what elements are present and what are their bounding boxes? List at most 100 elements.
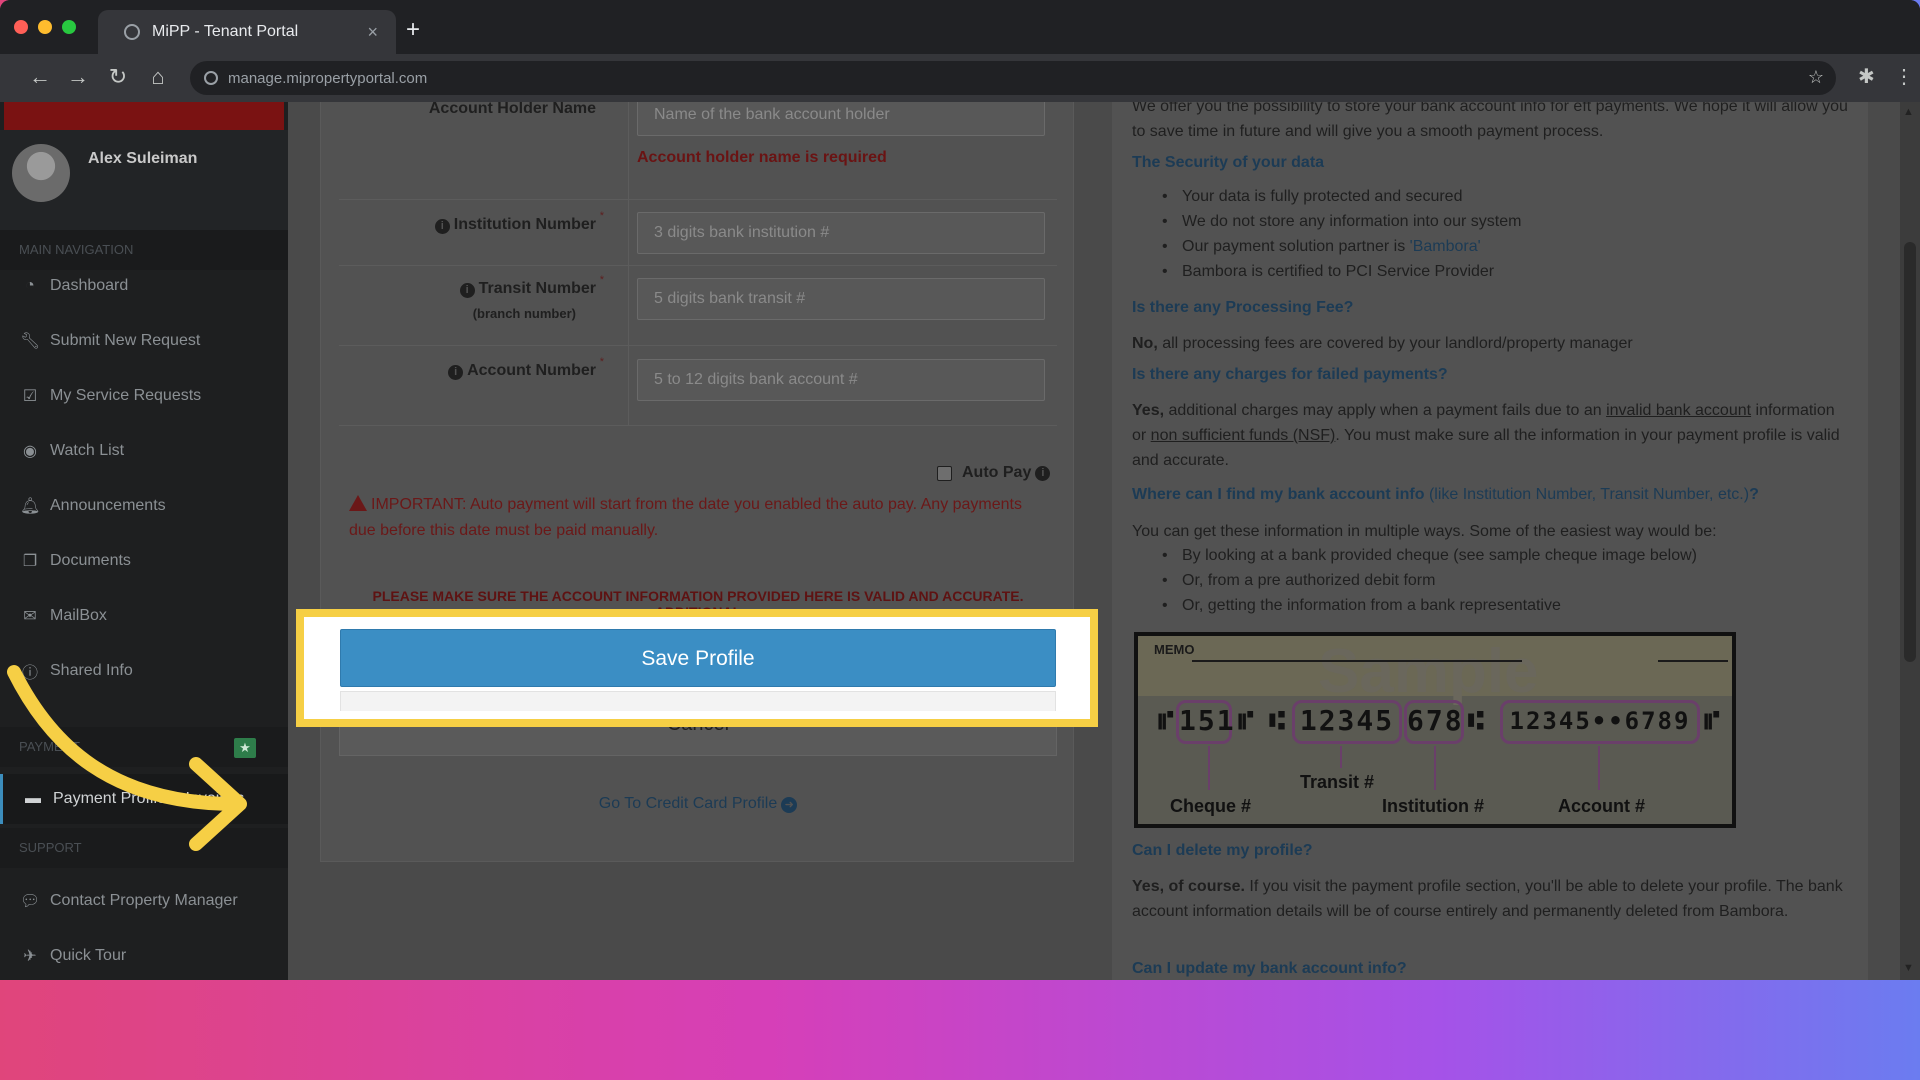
back-arrow-icon[interactable]: ← [26, 64, 54, 90]
sidebar-item-dashboard[interactable]: ◔ Dashboard [0, 261, 288, 311]
sidebar-item-watch-list[interactable]: ◉ Watch List [0, 426, 288, 476]
required-mark: * [599, 356, 604, 368]
maximize-window-button[interactable] [62, 20, 76, 34]
close-tab-icon[interactable]: × [367, 22, 378, 43]
security-title: The Security of your data [1132, 154, 1325, 171]
signature-line [1658, 660, 1728, 662]
bookmark-star-icon[interactable]: ☆ [1808, 67, 1824, 88]
forward-arrow-icon[interactable]: → [64, 64, 92, 90]
browser-window: MiPP - Tenant Portal × + ← → ↻ ⌂ manage.… [0, 0, 1920, 980]
transit-row: i Transit Number * (branch number) 5 digi… [339, 266, 1057, 346]
institution-pointer-line [1434, 746, 1436, 790]
site-info-icon[interactable] [204, 71, 218, 85]
sidebar-item-mailbox[interactable]: ✉ MailBox [0, 591, 288, 641]
autopay-important-notice: IMPORTANT: Auto payment will start from … [349, 492, 1049, 544]
scroll-down-icon[interactable]: ▼ [1903, 962, 1914, 974]
institution-number-input[interactable]: 3 digits bank institution # [637, 212, 1045, 254]
list-item: We do not store any information into our… [1162, 209, 1842, 234]
credit-link-text: Go To Credit Card Profile [598, 795, 778, 812]
tab-bar: MiPP - Tenant Portal × + [0, 0, 1920, 54]
address-bar[interactable]: manage.mipropertyportal.com ☆ [190, 61, 1836, 95]
account-pointer-line [1598, 746, 1600, 790]
institution-label-text: Institution Number [453, 216, 596, 233]
fee-answer: No, all processing fees are covered by y… [1132, 331, 1852, 356]
fee-answer-bold: No, [1132, 335, 1158, 352]
account-holder-input[interactable]: Name of the bank account holder [637, 102, 1045, 136]
brand-strip [4, 102, 284, 130]
extensions-puzzle-icon[interactable]: ✱ [1858, 64, 1875, 89]
globe-icon [124, 24, 140, 40]
find-title-text: Where can I find my bank account info [1132, 486, 1425, 503]
label-column: Account Holder Name * [339, 102, 629, 199]
account-number-row: i Account Number * 5 to 12 digits bank ac… [339, 346, 1057, 426]
bank-profile-form: Account Holder Name * Name of the bank a… [320, 102, 1074, 862]
account-holder-error: Account holder name is required [637, 149, 887, 166]
scroll-up-icon[interactable]: ▲ [1903, 106, 1914, 118]
new-tab-button[interactable]: + [406, 16, 420, 44]
page-scrollbar[interactable]: ▲ ▼ [1900, 102, 1920, 980]
minimize-window-button[interactable] [38, 20, 52, 34]
security-list: Your data is fully protected and secured… [1162, 184, 1842, 284]
close-window-button[interactable] [14, 20, 28, 34]
account-number-input[interactable]: 5 to 12 digits bank account # [637, 359, 1045, 401]
page-content: Alex Suleiman MAIN NAVIGATION ◔ Dashboar… [0, 102, 1920, 980]
sidebar-item-label: Submit New Request [50, 332, 201, 349]
bambora-link[interactable]: 'Bambora' [1410, 238, 1481, 255]
list-item: Or, getting the information from a bank … [1162, 593, 1842, 618]
sample-cheque-image: Sample MEMO ⑈ 151 ⑈ ⑆ 12345 678 ⑆ 12345•… [1134, 632, 1736, 828]
browser-tab[interactable]: MiPP - Tenant Portal × [98, 10, 396, 54]
list-item: By looking at a bank provided cheque (se… [1162, 543, 1842, 568]
check-square-icon: ☑ [22, 388, 38, 405]
sidebar-item-documents[interactable]: ❐ Documents [0, 536, 288, 586]
sidebar-item-label: Announcements [50, 497, 166, 514]
institution-label: i Institution Number [434, 216, 596, 234]
reload-icon[interactable]: ↻ [104, 64, 132, 90]
label-column: i Account Number * [339, 346, 629, 425]
save-highlight-box: Save Profile [296, 609, 1098, 727]
browser-menu-icon[interactable]: ⋮ [1894, 64, 1914, 89]
autopay-control[interactable]: Auto Pay i [937, 464, 1054, 482]
important-text: IMPORTANT: Auto payment will start from … [349, 496, 1022, 539]
find-intro: You can get these information in multipl… [1132, 523, 1717, 540]
info-icon[interactable]: i [1035, 465, 1051, 481]
memo-line [1192, 660, 1522, 662]
chat-icon: 💬︎ [20, 893, 41, 910]
list-item: Your data is fully protected and secured [1162, 184, 1842, 209]
info-icon[interactable]: i [434, 219, 450, 234]
user-panel: Alex Suleiman [0, 130, 288, 230]
cancel-button-top-edge [340, 691, 1056, 711]
credit-card-profile-link[interactable]: Go To Credit Card Profile ➜ [321, 795, 1075, 813]
invalid-bank-account-link[interactable]: invalid bank account [1606, 402, 1751, 419]
transit-sub-label: (branch number) [472, 306, 576, 321]
sidebar-item-my-service-requests[interactable]: ☑ My Service Requests [0, 371, 288, 421]
account-number-box: 12345••6789 [1500, 700, 1700, 744]
wrench-icon: 🔧︎ [20, 333, 41, 350]
sidebar-item-quick-tour[interactable]: ✈ Quick Tour [0, 931, 288, 980]
info-icon[interactable]: i [459, 283, 475, 298]
delete-answer: Yes, of course. If you visit the payment… [1132, 874, 1852, 924]
required-mark: * [599, 210, 604, 222]
institution-number-box: 678 [1404, 700, 1464, 744]
documents-icon: ❐ [22, 553, 38, 570]
sidebar-item-announcements[interactable]: 🔔︎ Announcements [0, 481, 288, 531]
required-mark: * [599, 102, 604, 108]
scroll-thumb[interactable] [1904, 242, 1916, 662]
sidebar-item-label: Quick Tour [50, 947, 127, 964]
sidebar-item-submit-new-request[interactable]: 🔧︎ Submit New Request [0, 316, 288, 366]
transit-number-input[interactable]: 5 digits bank transit # [637, 278, 1045, 320]
account-number-label: Account # [1558, 796, 1646, 816]
account-holder-label: Account Holder Name [428, 102, 596, 117]
home-icon[interactable]: ⌂ [144, 64, 172, 90]
nsf-link[interactable]: non sufficient funds (NSF) [1151, 427, 1336, 444]
sample-watermark: Sample [1318, 637, 1539, 706]
user-name: Alex Suleiman [88, 150, 198, 167]
tab-title: MiPP - Tenant Portal [152, 23, 299, 40]
help-panel: We offer you the possibility to store yo… [1112, 102, 1868, 980]
autopay-checkbox[interactable] [937, 465, 952, 481]
sidebar-item-contact-property-manager[interactable]: 💬︎ Contact Property Manager [0, 876, 288, 926]
autopay-label: Auto Pay [962, 464, 1032, 481]
bell-icon: 🔔︎ [20, 498, 41, 515]
info-icon[interactable]: i [448, 365, 464, 380]
delete-title: Can I delete my profile? [1132, 842, 1313, 859]
save-profile-button[interactable]: Save Profile [340, 629, 1056, 687]
